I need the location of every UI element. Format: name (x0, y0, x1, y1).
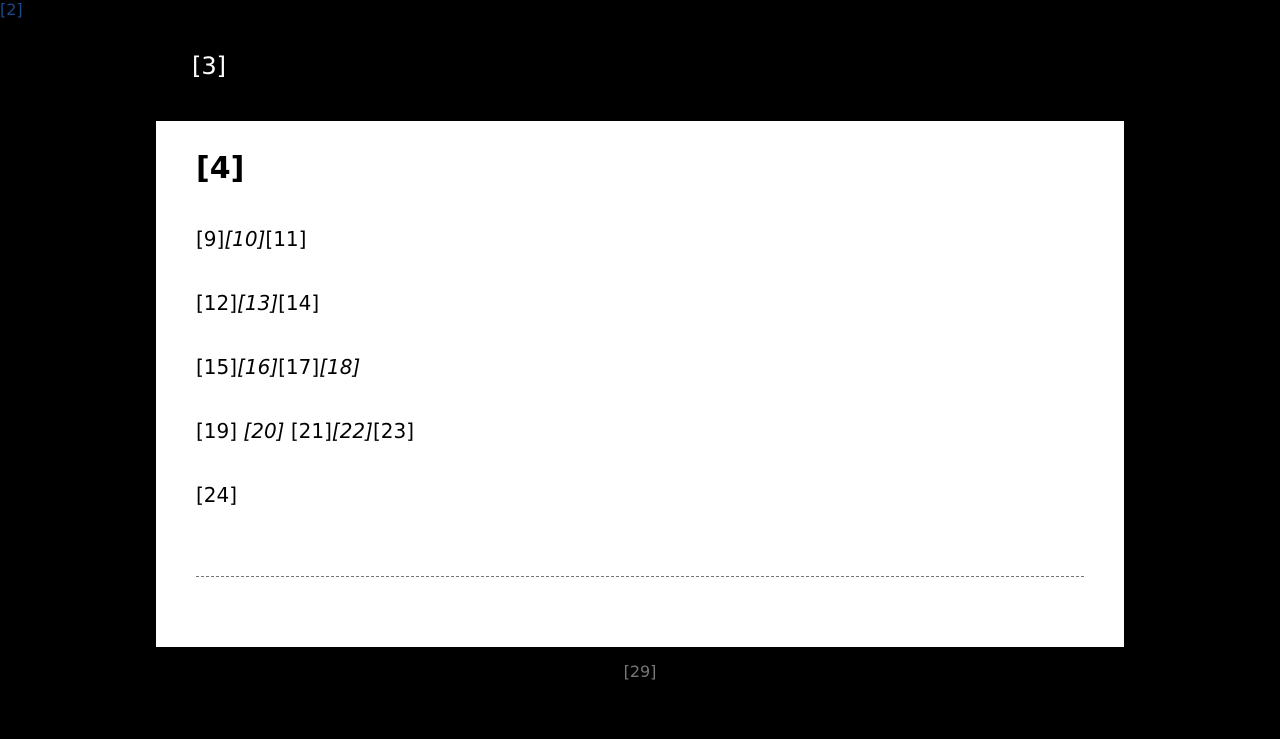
text-segment: [19] (196, 419, 238, 443)
italic-text-segment: [10] (224, 227, 266, 251)
text-segment: [24] (196, 483, 238, 507)
paragraph-1: [9][10][11] (196, 226, 306, 252)
text-segment: [23] (372, 419, 415, 443)
paragraph-4: [19] [20] [21][22][23] (196, 418, 414, 444)
italic-text-segment: [18] (319, 355, 361, 379)
italic-text-segment: [22] (331, 419, 373, 443)
italic-text-segment: [16] (237, 355, 279, 379)
text-segment: [11] (265, 227, 307, 251)
card-title: [4] (196, 151, 245, 186)
footer-text: [29] (623, 662, 657, 681)
paragraph-3: [15][16][17][18] (196, 354, 360, 380)
text-segment: [15] (196, 355, 238, 379)
page: [2] [3] [4] [9][10][11] [12][13][14] [15… (0, 0, 1280, 739)
paragraph-2: [12][13][14] (196, 290, 319, 316)
text-segment: [14] (278, 291, 320, 315)
text-segment: [12] (196, 291, 238, 315)
text-segment: [17] (278, 355, 320, 379)
text-segment: [21] (290, 419, 332, 443)
content-card: [4] [9][10][11] [12][13][14] [15][16][17… (156, 121, 1124, 647)
text-segment: [9] (196, 227, 225, 251)
site-header-title: [3] (192, 52, 226, 80)
divider (196, 576, 1084, 577)
italic-text-segment: [20] (243, 419, 285, 443)
italic-text-segment: [13] (237, 291, 279, 315)
paragraph-5: [24] (196, 482, 237, 508)
skip-link[interactable]: [2] (0, 0, 23, 20)
